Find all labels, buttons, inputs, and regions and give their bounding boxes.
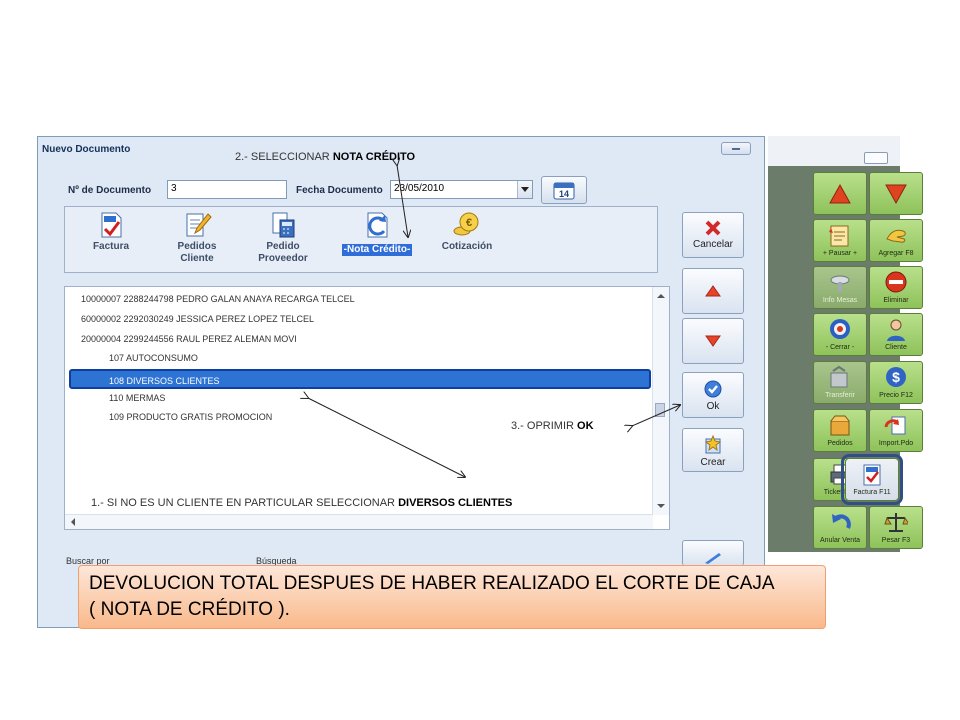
instruction-banner: DEVOLUCION TOTAL DESPUES DE HABER REALIZ… [78,565,826,629]
arrow-step3 [632,405,680,426]
banner-line-1: DEVOLUCION TOTAL DESPUES DE HABER REALIZ… [89,573,775,594]
banner-line-2: ( NOTA DE CRÉDITO ). [89,599,290,620]
arrow-step2 [397,165,408,237]
arrow-step1 [308,398,465,477]
